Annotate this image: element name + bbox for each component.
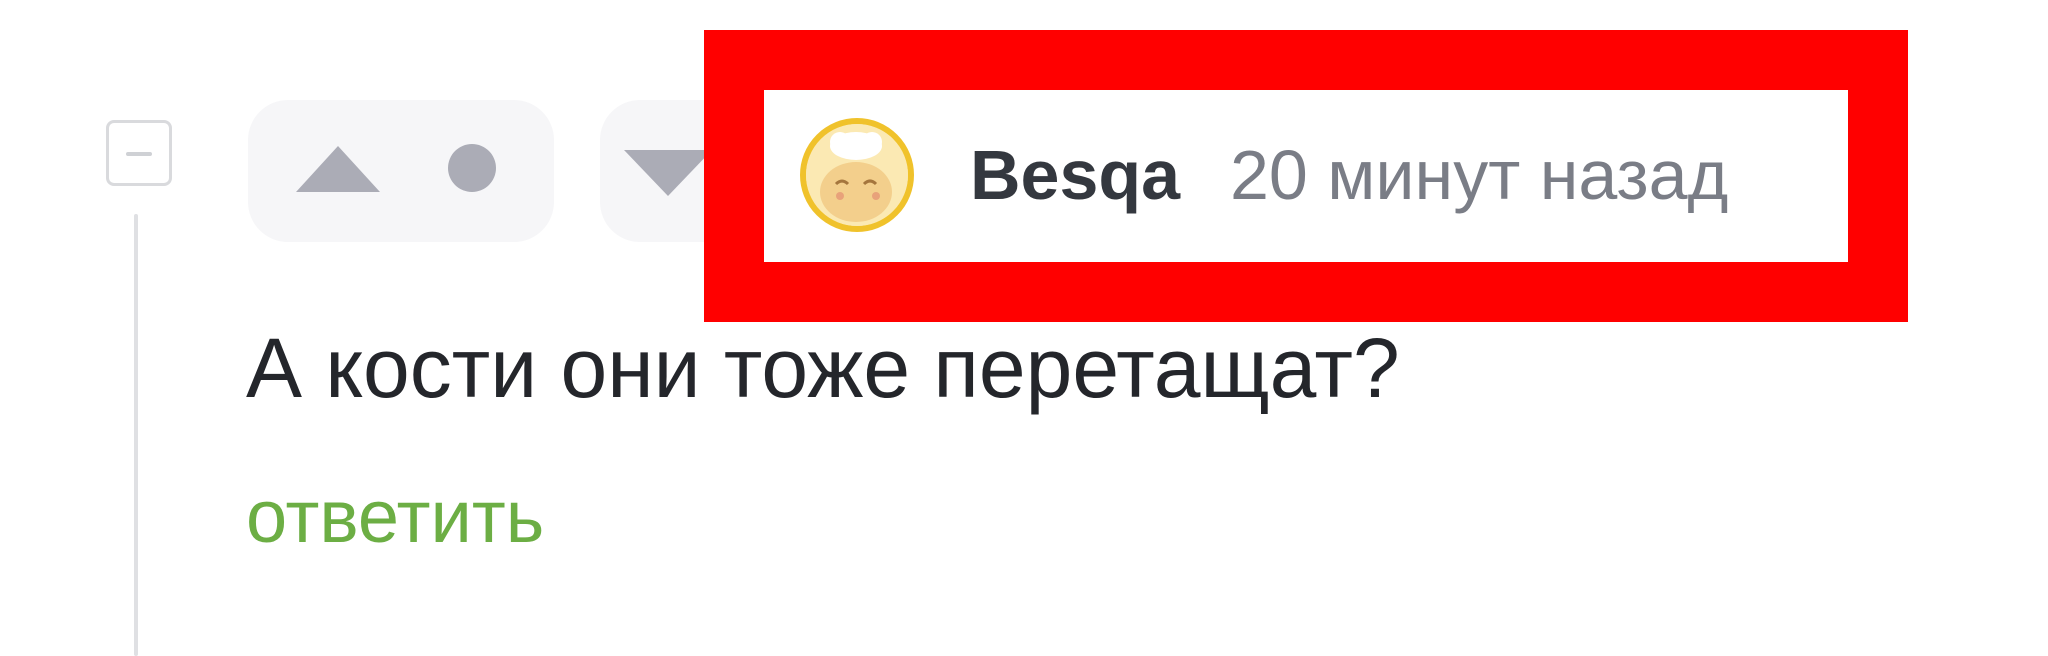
comment-author-panel: Besqa 20 минут назад <box>764 90 1848 262</box>
thread-line[interactable] <box>134 214 138 656</box>
comment-timestamp[interactable]: 20 минут назад <box>1230 130 1728 220</box>
dot-icon <box>448 144 496 192</box>
comment-text: А кости они тоже перетащат? <box>246 321 1400 415</box>
arrow-down-icon[interactable] <box>624 150 712 196</box>
reply-link[interactable]: ответить <box>246 472 544 562</box>
comment-author-name[interactable]: Besqa <box>970 130 1180 220</box>
vote-rating-group <box>248 100 554 242</box>
chef-avatar-icon[interactable] <box>800 118 914 232</box>
minus-icon <box>126 152 152 156</box>
arrow-up-icon[interactable] <box>296 146 380 192</box>
collapse-thread-button[interactable] <box>106 120 172 186</box>
highlight-box: Besqa 20 минут назад <box>704 30 1908 322</box>
